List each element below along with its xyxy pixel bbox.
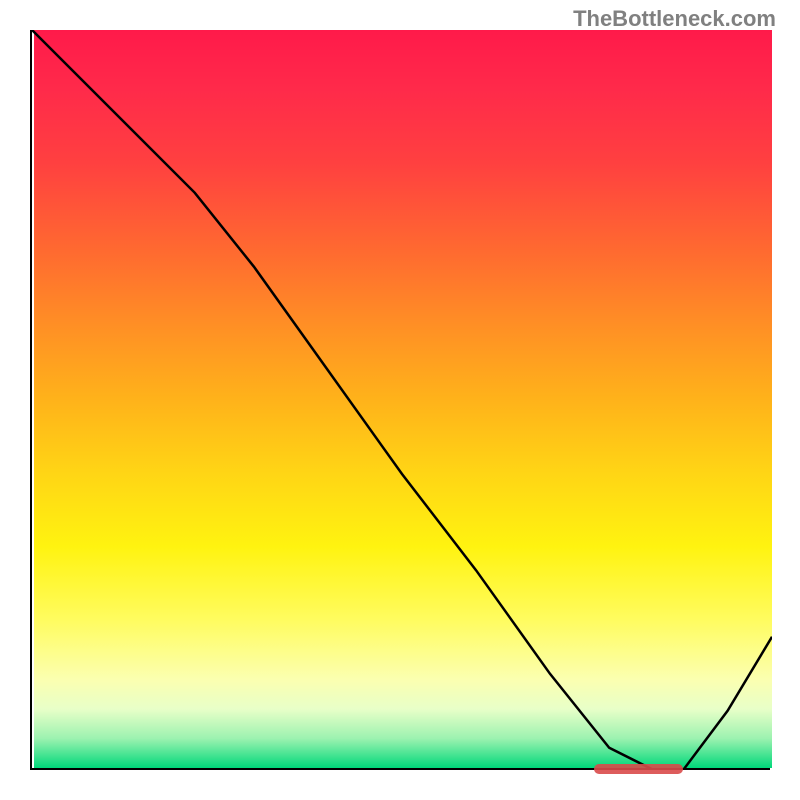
plot-area — [30, 30, 770, 770]
watermark-text: TheBottleneck.com — [573, 6, 776, 32]
optimum-marker — [594, 764, 683, 774]
bottleneck-curve-path — [32, 30, 772, 770]
chart-svg — [32, 30, 772, 770]
chart-container — [30, 30, 770, 770]
